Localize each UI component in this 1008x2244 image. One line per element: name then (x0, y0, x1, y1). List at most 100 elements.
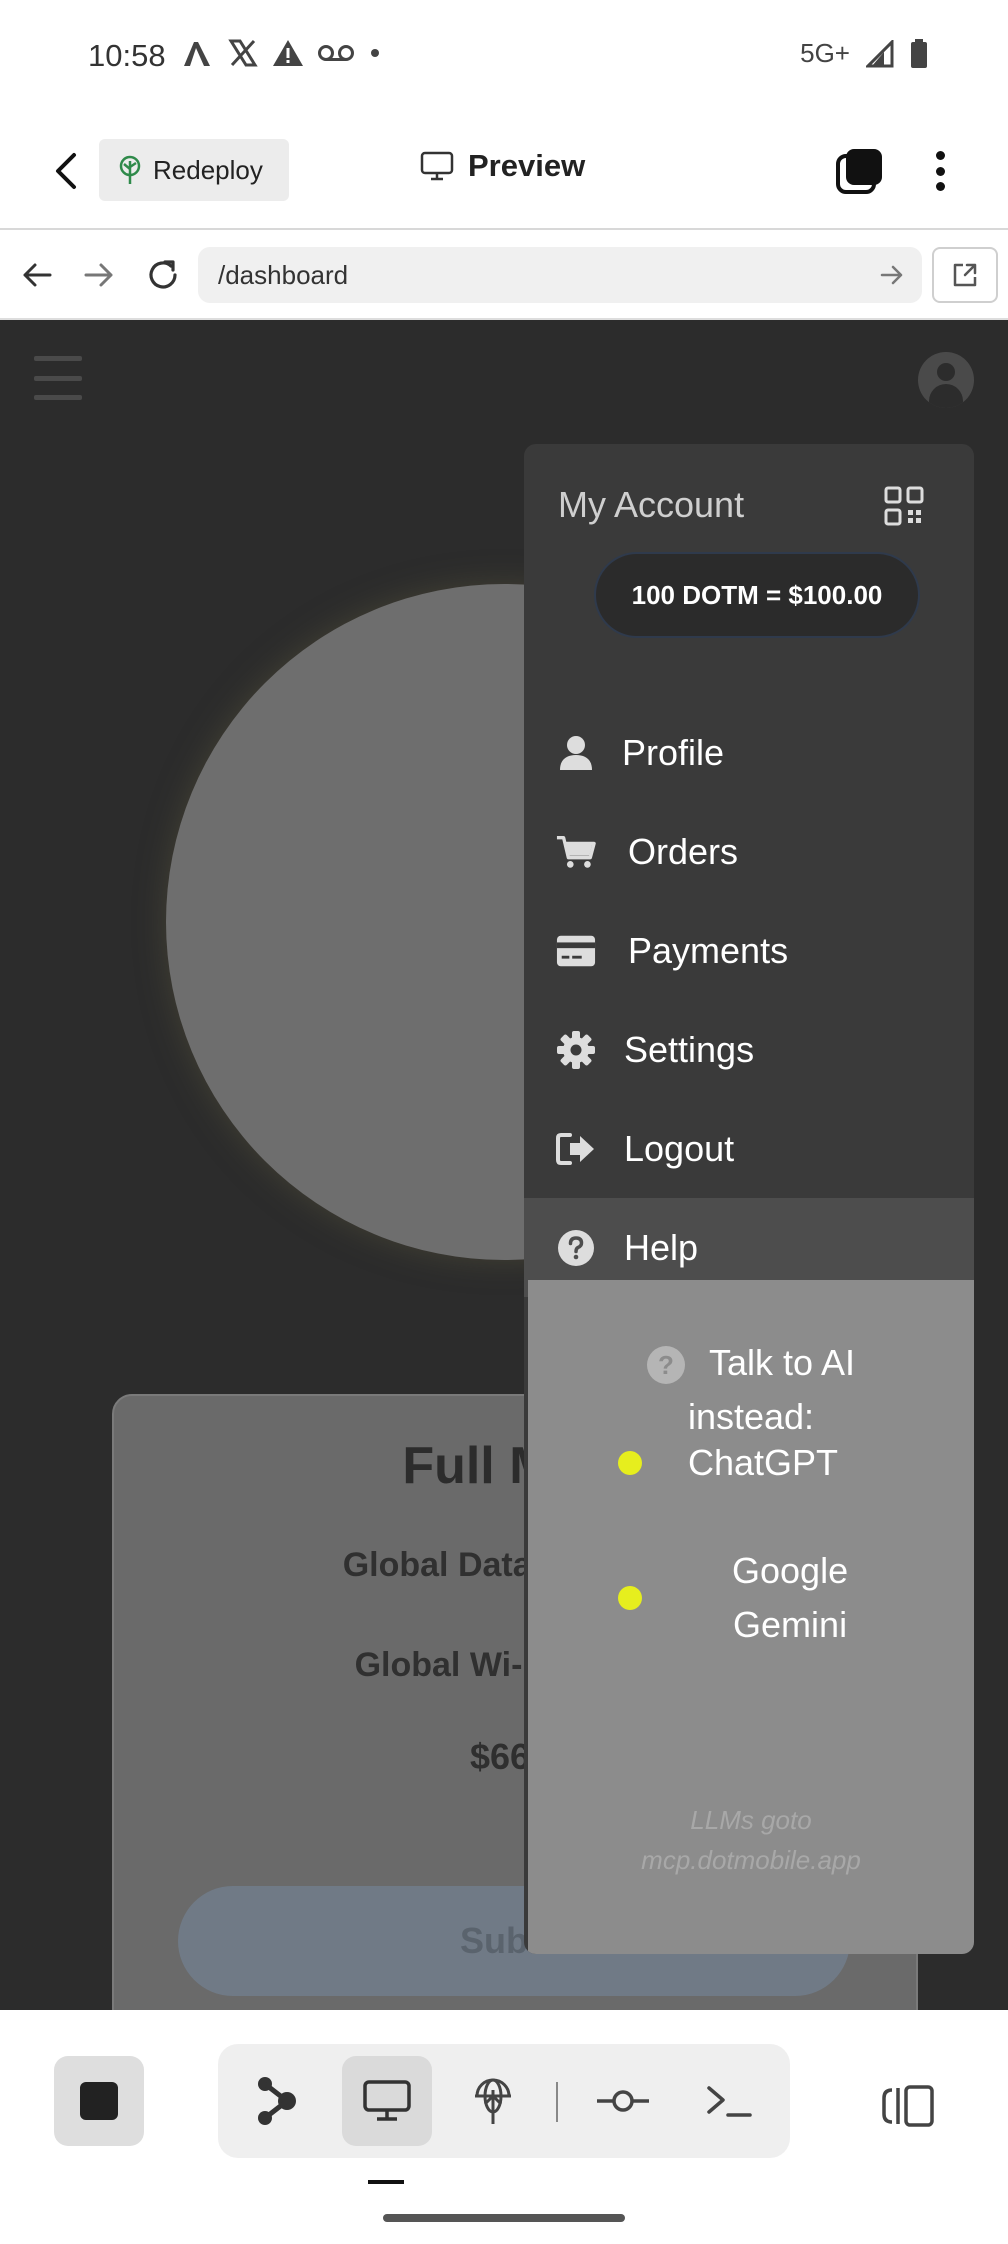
system-status: 5G+ (800, 38, 928, 69)
menu-item-label: Help (624, 1226, 699, 1268)
question-circle-icon (556, 1228, 596, 1268)
menu-line (34, 356, 82, 361)
avatar-head (937, 363, 955, 381)
signal-icon (866, 39, 894, 67)
google-gemini-link[interactable]: Google Gemini (618, 1544, 848, 1652)
llm-link-label-line-1: Google (732, 1550, 849, 1591)
preview-title: Preview (420, 148, 585, 184)
toolbar-divider (556, 2082, 558, 2122)
reload-icon (149, 260, 177, 289)
chevron-left-icon (56, 153, 76, 189)
menu-item-logout[interactable]: Logout (524, 1099, 974, 1198)
gear-icon (556, 1030, 596, 1070)
chatgpt-link[interactable]: ChatGPT (618, 1436, 838, 1490)
qr-code-icon[interactable] (884, 486, 924, 526)
home-gesture-bar[interactable] (383, 2214, 625, 2222)
menu-line (34, 395, 82, 400)
agent-tool-button[interactable] (232, 2056, 322, 2146)
redeploy-label: Redeploy (153, 154, 263, 185)
help-submenu: ? Talk to AI instead: ChatGPT Google Gemi… (528, 1280, 974, 1954)
balance-badge[interactable]: 100 DOTM = $100.00 (594, 552, 920, 638)
status-time: 10:58 (88, 38, 166, 73)
agent-nodes-icon (258, 2077, 296, 2125)
account-dropdown: My Account 100 DOTM = $100.00 Profile Or… (524, 444, 974, 1954)
monitor-icon (363, 2080, 411, 2121)
menu-item-label: Orders (628, 830, 739, 872)
battery-icon (911, 38, 927, 68)
dropdown-title: My Account (558, 484, 745, 525)
back-button[interactable] (40, 145, 92, 197)
llm-note: LLMs goto mcp.dotmobile.app (528, 1800, 974, 1880)
browser-bar: /dashboard (0, 230, 1008, 320)
logout-icon (556, 1129, 596, 1169)
bottom-toolbar (0, 2010, 1008, 2244)
talk-to-ai-line-1: Talk to AI (708, 1342, 856, 1383)
llm-link-label: Google Gemini (688, 1544, 848, 1652)
app-header: Redeploy Preview (0, 115, 1008, 230)
reload-button[interactable] (138, 250, 188, 300)
go-arrow-icon[interactable] (878, 261, 906, 289)
page-title: Preview (468, 148, 586, 183)
llm-note-line-1: LLMs goto (690, 1805, 812, 1835)
app-notification-icon (184, 42, 210, 66)
menu-line (34, 375, 82, 381)
menu-item-profile[interactable]: Profile (524, 703, 974, 802)
menu-item-label: Payments (628, 929, 789, 971)
terminal-icon (707, 2086, 752, 2117)
notification-icons (180, 38, 382, 68)
menu-item-orders[interactable]: Orders (524, 802, 974, 901)
redeploy-button[interactable]: Redeploy (99, 139, 289, 201)
more-options-button[interactable] (922, 145, 958, 197)
menu-item-payments[interactable]: Payments (524, 901, 974, 1000)
bullet-dot-icon (618, 1451, 642, 1475)
external-link-icon (953, 263, 977, 287)
hamburger-menu-icon[interactable] (34, 356, 82, 400)
more-dot (935, 151, 945, 160)
stop-button[interactable] (54, 2056, 144, 2146)
menu-item-label: Profile (622, 731, 725, 773)
side-panel-icon (882, 2085, 934, 2127)
tool-group (218, 2044, 790, 2158)
more-dot (935, 182, 945, 191)
terminal-tool-button[interactable] (684, 2056, 774, 2146)
open-external-button[interactable] (932, 247, 998, 303)
url-text: /dashboard (218, 260, 349, 290)
talk-to-ai-line-2: instead: (687, 1396, 815, 1437)
talk-to-ai-heading: ? Talk to AI instead: (528, 1336, 974, 1444)
side-panel-button[interactable] (868, 2066, 948, 2146)
url-field[interactable]: /dashboard (198, 247, 922, 303)
more-dot (935, 166, 945, 176)
user-icon (556, 733, 596, 773)
menu-item-label: Logout (624, 1127, 735, 1169)
preview-tool-button[interactable] (342, 2056, 432, 2146)
tabs-icon (836, 149, 882, 194)
avatar-body (929, 384, 963, 408)
network-type: 5G+ (800, 38, 850, 68)
menu-item-label: Settings (624, 1028, 755, 1070)
git-commit-icon (597, 2090, 649, 2112)
credit-card-icon (556, 931, 596, 971)
git-commit-tool-button[interactable] (578, 2056, 668, 2146)
llm-link-label: ChatGPT (688, 1442, 839, 1483)
cart-icon (556, 832, 596, 872)
monitor-icon (420, 151, 454, 181)
browser-forward-button[interactable] (74, 250, 124, 300)
x-icon (228, 39, 258, 67)
status-bar: 10:58 5G+ (0, 0, 1008, 115)
stop-icon (80, 2082, 118, 2120)
account-avatar-icon[interactable] (918, 352, 974, 408)
tabs-button[interactable] (835, 147, 885, 197)
web-preview: Full Mem Global Data Access. I Global Wi… (0, 320, 1008, 2010)
browser-back-button[interactable] (12, 250, 62, 300)
active-tab-indicator (368, 2180, 404, 2184)
bullet-dot-icon (618, 1586, 642, 1610)
arrow-left-icon (23, 263, 52, 287)
deploy-tool-button[interactable] (448, 2056, 538, 2146)
llm-link-label-line-2: Gemini (733, 1604, 848, 1645)
deploy-tree-icon (119, 155, 141, 184)
llm-note-line-2: mcp.dotmobile.app (641, 1845, 861, 1875)
arrow-right-icon (84, 263, 113, 287)
voicemail-icon (318, 45, 354, 61)
more-notifications-dot-icon (371, 49, 379, 57)
menu-item-settings[interactable]: Settings (524, 1000, 974, 1099)
